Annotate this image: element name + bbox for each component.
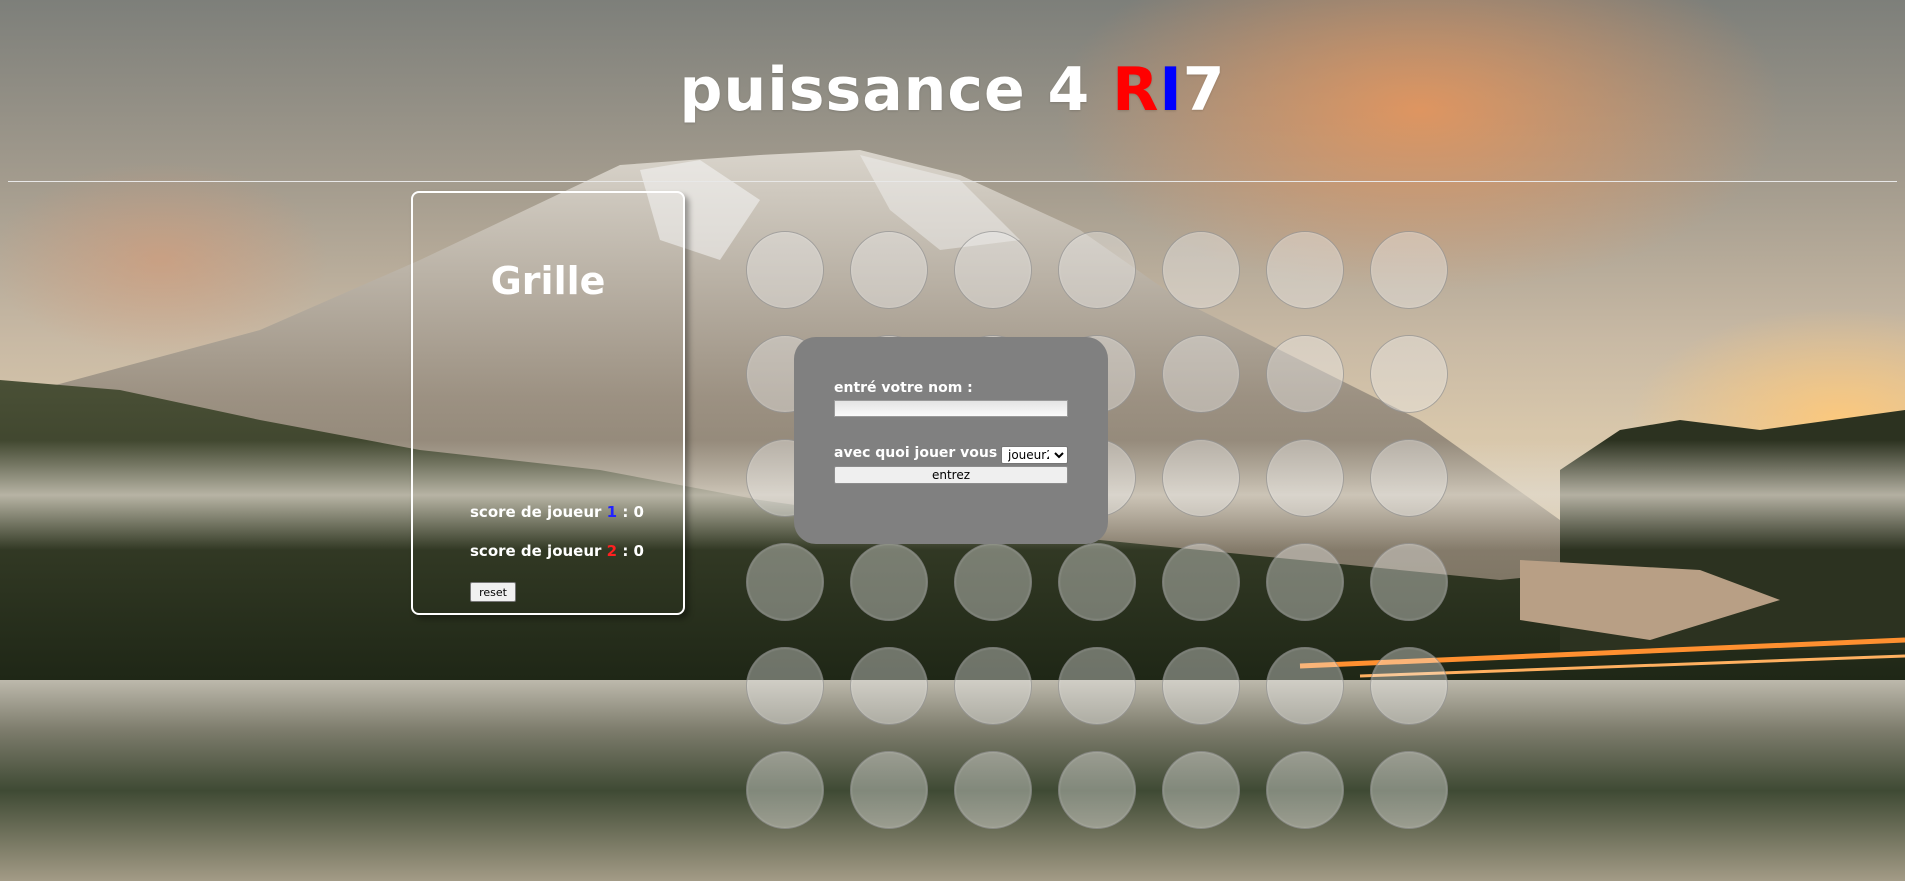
score-panel: Grille score de joueur 1 : 0 score de jo…: [411, 191, 685, 615]
board-cell[interactable]: [1370, 751, 1448, 829]
board-cell[interactable]: [1058, 751, 1136, 829]
player-2-number: 2: [606, 542, 618, 560]
player-setup-dialog: entré votre nom : avec quoi jouer vous ?…: [794, 337, 1108, 544]
board-cell[interactable]: [954, 231, 1032, 309]
player-choice-select[interactable]: joueur2: [1001, 446, 1068, 464]
board-cell[interactable]: [1058, 647, 1136, 725]
board-cell[interactable]: [1266, 543, 1344, 621]
panel-title: Grille: [490, 259, 606, 303]
board-cell[interactable]: [1370, 543, 1448, 621]
score-player-1: score de joueur 1 : 0: [470, 503, 644, 521]
board-cell[interactable]: [746, 751, 824, 829]
score-player-2: score de joueur 2 : 0: [470, 542, 644, 560]
board-cell[interactable]: [1266, 751, 1344, 829]
name-input[interactable]: [834, 400, 1068, 417]
board-cell[interactable]: [1162, 231, 1240, 309]
board-cell[interactable]: [1370, 335, 1448, 413]
header: puissance 4 RI7: [0, 0, 1905, 182]
board-cell[interactable]: [1370, 231, 1448, 309]
board-cell[interactable]: [850, 543, 928, 621]
board-cell[interactable]: [1266, 231, 1344, 309]
board-cell[interactable]: [1266, 647, 1344, 725]
board-cell[interactable]: [746, 543, 824, 621]
board-cell[interactable]: [850, 751, 928, 829]
reset-button[interactable]: reset: [470, 582, 516, 602]
title-letter-i: I: [1159, 55, 1183, 125]
choice-label: avec quoi jouer vous ?: [834, 445, 1011, 461]
board-cell[interactable]: [1370, 439, 1448, 517]
board-cell[interactable]: [1162, 439, 1240, 517]
board-cell[interactable]: [1266, 439, 1344, 517]
board-cell[interactable]: [746, 231, 824, 309]
board-cell[interactable]: [1162, 335, 1240, 413]
header-divider: [8, 181, 1897, 182]
board-cell[interactable]: [1058, 231, 1136, 309]
title-letter-r: R: [1112, 55, 1160, 125]
board-cell[interactable]: [1162, 543, 1240, 621]
page-title: puissance 4 RI7: [0, 55, 1905, 125]
board-cell[interactable]: [1370, 647, 1448, 725]
board-cell[interactable]: [1266, 335, 1344, 413]
board-cell[interactable]: [1162, 751, 1240, 829]
name-label: entré votre nom :: [834, 380, 973, 396]
board-cell[interactable]: [954, 751, 1032, 829]
board-cell[interactable]: [746, 647, 824, 725]
board-cell[interactable]: [1162, 647, 1240, 725]
board-cell[interactable]: [1058, 543, 1136, 621]
title-text: puissance 4: [679, 55, 1113, 125]
enter-button[interactable]: entrez: [834, 466, 1068, 484]
board-cell[interactable]: [850, 647, 928, 725]
title-digit-7: 7: [1182, 55, 1226, 125]
player-1-number: 1: [606, 503, 618, 521]
board-cell[interactable]: [954, 543, 1032, 621]
board-cell[interactable]: [850, 231, 928, 309]
board-cell[interactable]: [954, 647, 1032, 725]
